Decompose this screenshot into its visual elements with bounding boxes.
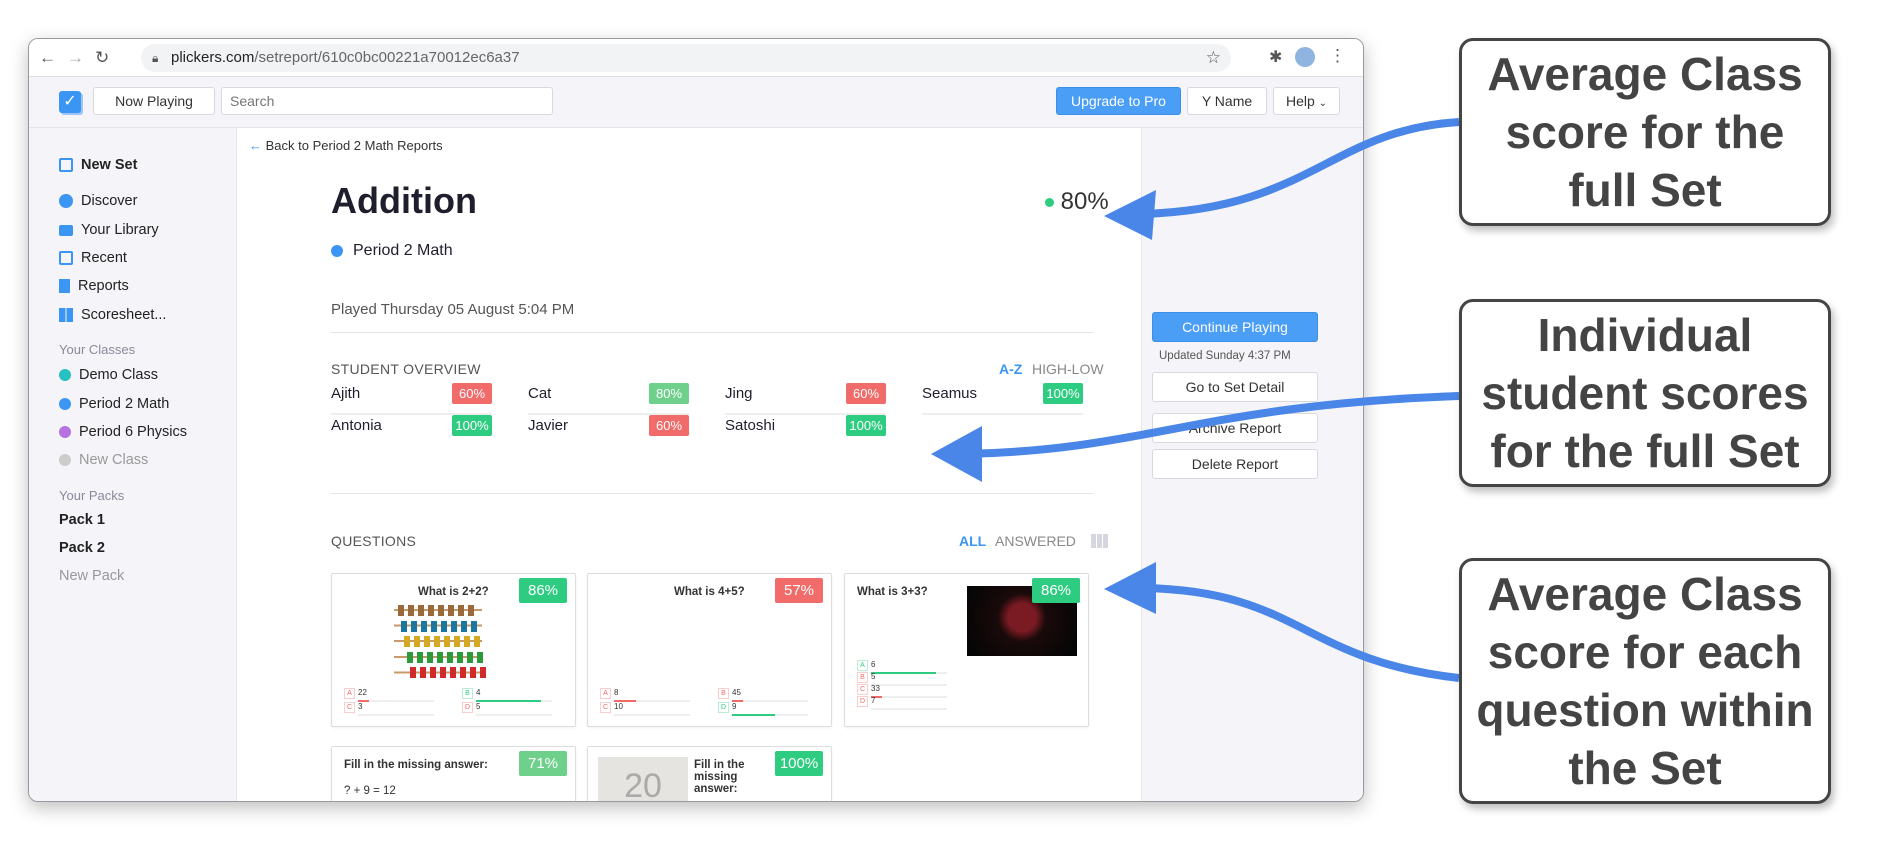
- callout-set-score: Average Class score for the full Set: [1459, 38, 1831, 226]
- arrowhead: [1104, 190, 1156, 240]
- arrow-question-scores: [1139, 584, 1460, 682]
- arrowhead: [931, 426, 982, 482]
- arrowhead: [1104, 562, 1156, 614]
- callout-question-scores: Average Class score for each question wi…: [1459, 558, 1831, 804]
- callout-student-scores: Individual student scores for the full S…: [1459, 299, 1831, 487]
- arrow-set-score: [1139, 118, 1460, 218]
- arrow-student-scores: [964, 392, 1460, 458]
